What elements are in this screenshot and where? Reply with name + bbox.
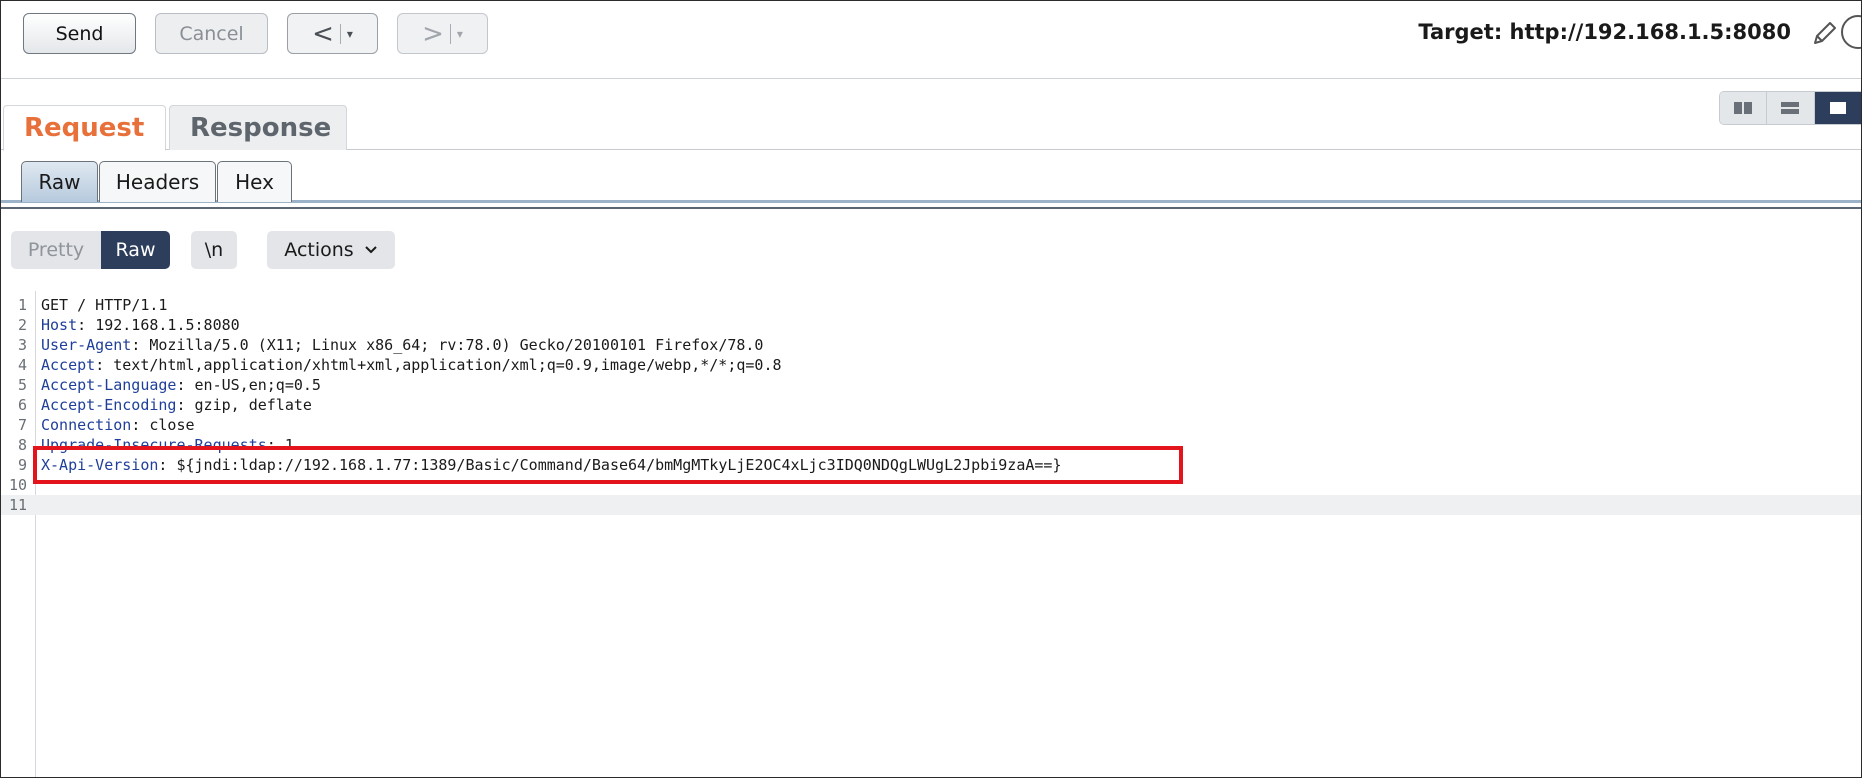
header-separator: :: [131, 416, 150, 434]
chevron-down-icon: [364, 246, 377, 254]
header-separator: :: [131, 336, 150, 354]
code-line[interactable]: 4 Accept: text/html,application/xhtml+xml…: [1, 355, 1861, 375]
editor-toolbar: Pretty Raw \n Actions: [1, 211, 1861, 287]
header-value: en-US,en;q=0.5: [194, 376, 321, 394]
subtab-hex[interactable]: Hex: [217, 161, 292, 202]
header-name: Connection: [41, 416, 132, 434]
header-name: User-Agent: [41, 336, 132, 354]
line-number: 8: [17, 436, 27, 454]
code-line[interactable]: 7 Connection: close: [1, 415, 1861, 435]
code-text: GET / HTTP/1.1: [41, 296, 167, 314]
main-tabs: Request Response: [1, 105, 1861, 151]
line-number: 3: [17, 336, 27, 354]
header-name: Host: [41, 316, 78, 334]
header-value: Mozilla/5.0 (X11; Linux x86_64; rv:78.0)…: [149, 336, 764, 354]
send-button[interactable]: Send: [23, 13, 136, 54]
tab-request[interactable]: Request: [3, 105, 166, 151]
line-number: 2: [17, 316, 27, 334]
code-line[interactable]: 6 Accept-Encoding: gzip, deflate: [1, 395, 1861, 415]
header-name: Accept-Language: [41, 376, 177, 394]
raw-button[interactable]: Raw: [101, 231, 170, 269]
code-line[interactable]: 5 Accept-Language: en-US,en;q=0.5: [1, 375, 1861, 395]
tab-response[interactable]: Response: [169, 105, 347, 150]
header-name: Accept: [41, 356, 96, 374]
subtab-raw[interactable]: Raw: [21, 161, 98, 202]
actions-label: Actions: [284, 239, 354, 261]
pencil-icon[interactable]: [1811, 19, 1839, 47]
line-number: 7: [17, 416, 27, 434]
line-number: 10: [8, 476, 27, 494]
chevron-down-icon[interactable]: ▾: [347, 27, 353, 41]
target-label: Target: http://192.168.1.5:8080: [1418, 20, 1791, 44]
forward-button[interactable]: > ▾: [397, 13, 488, 54]
header-value: 192.168.1.5:8080: [95, 316, 240, 334]
line-number: 1: [17, 296, 27, 314]
code-text: Accept: text/html,application/xhtml+xml,…: [41, 356, 782, 374]
header-separator: :: [176, 396, 195, 414]
header-value: text/html,application/xhtml+xml,applicat…: [113, 356, 782, 374]
back-arrow-icon: <: [312, 18, 334, 49]
view-mode-toggle: Pretty Raw: [11, 231, 170, 269]
line-number: 9: [17, 456, 27, 474]
actions-dropdown[interactable]: Actions: [267, 231, 395, 269]
sub-tabs: Raw Headers Hex: [1, 161, 1861, 203]
line-number: 5: [17, 376, 27, 394]
divider: [1, 207, 1861, 209]
header-separator: :: [176, 376, 195, 394]
code-line[interactable]: 1 GET / HTTP/1.1: [1, 295, 1861, 315]
header-name: Accept-Encoding: [41, 396, 177, 414]
repeater-window: Send Cancel < ▾ > ▾ Target: http://192.1…: [0, 0, 1862, 778]
code-text: Connection: close: [41, 416, 195, 434]
forward-arrow-icon: >: [422, 18, 444, 49]
code-text: User-Agent: Mozilla/5.0 (X11; Linux x86_…: [41, 336, 763, 354]
header-value: GET / HTTP/1.1: [41, 296, 168, 314]
request-editor[interactable]: 1 GET / HTTP/1.1 2 Host: 192.168.1.5:8080 3 U…: [1, 291, 1861, 777]
code-line[interactable]: 2 Host: 192.168.1.5:8080: [1, 315, 1861, 335]
divider: [449, 23, 451, 44]
code-text: Accept-Encoding: gzip, deflate: [41, 396, 312, 414]
newline-toggle-button[interactable]: \n: [191, 231, 237, 269]
code-text: Host: 192.168.1.5:8080: [41, 316, 240, 334]
code-line[interactable]: 3 User-Agent: Mozilla/5.0 (X11; Linux x86…: [1, 335, 1861, 355]
divider: [339, 23, 341, 44]
code-text: Accept-Language: en-US,en;q=0.5: [41, 376, 321, 394]
back-button[interactable]: < ▾: [287, 13, 378, 54]
subtab-headers[interactable]: Headers: [99, 161, 216, 202]
header-value: gzip, deflate: [194, 396, 312, 414]
code-line[interactable]: 11: [1, 495, 1861, 515]
line-number: 4: [17, 356, 27, 374]
cancel-button[interactable]: Cancel: [155, 13, 268, 54]
header-separator: :: [95, 356, 114, 374]
header-value: close: [149, 416, 195, 434]
header-separator: :: [77, 316, 96, 334]
help-icon[interactable]: [1841, 15, 1861, 49]
line-number: 6: [17, 396, 27, 414]
highlight-box: [33, 446, 1183, 484]
chevron-down-icon[interactable]: ▾: [457, 27, 463, 41]
pretty-button[interactable]: Pretty: [11, 231, 101, 269]
top-toolbar: Send Cancel < ▾ > ▾ Target: http://192.1…: [1, 1, 1861, 79]
line-number: 11: [8, 496, 27, 514]
